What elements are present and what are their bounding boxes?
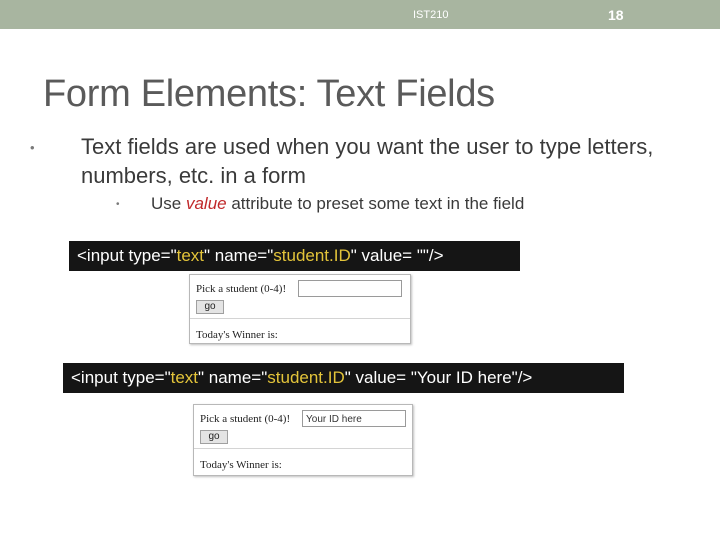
form-screenshot-preset: Pick a student (0-4)! Your ID here go To… <box>193 404 413 476</box>
form-divider <box>190 318 410 319</box>
student-id-input[interactable]: Your ID here <box>302 410 406 427</box>
slide-title: Form Elements: Text Fields <box>43 73 495 115</box>
go-button[interactable]: go <box>200 430 228 444</box>
student-id-input[interactable] <box>298 280 402 297</box>
code-part: " name=" <box>204 246 274 265</box>
sub-bullet-text: Use value attribute to preset some text … <box>151 194 524 214</box>
code-part: " value= "Your ID here"/> <box>344 368 533 387</box>
code-example-empty: <input type="text" name="student.ID" val… <box>69 241 520 271</box>
form-divider <box>194 448 412 449</box>
bullet-text: Text fields are used when you want the u… <box>81 134 654 188</box>
go-button[interactable]: go <box>196 300 224 314</box>
code-highlight: text <box>170 368 199 387</box>
code-highlight: student.ID <box>267 368 345 387</box>
slide-number: 18 <box>608 7 624 23</box>
code-highlight: student.ID <box>273 246 351 265</box>
winner-label: Today's Winner is: <box>200 459 282 471</box>
bullet-dot: • <box>30 140 35 155</box>
code-part: <input type=" <box>71 368 171 387</box>
code-highlight: text <box>176 246 205 265</box>
student-pick-label: Pick a student (0-4)! <box>196 283 287 295</box>
code-part: " value= ""/> <box>350 246 444 265</box>
sub-bullet-suffix: attribute to preset some text in the fie… <box>226 194 525 213</box>
course-code: IST210 <box>413 9 449 21</box>
student-pick-label: Pick a student (0-4)! <box>200 413 291 425</box>
sub-bullet-keyword: value <box>185 194 227 213</box>
sub-bullet-dot: • <box>116 199 120 210</box>
code-part: " name=" <box>198 368 268 387</box>
winner-label: Today's Winner is: <box>196 329 278 341</box>
header-bar: IST210 18 <box>0 0 720 29</box>
form-screenshot-empty: Pick a student (0-4)! go Today's Winner … <box>189 274 411 344</box>
code-example-preset: <input type="text" name="student.ID" val… <box>63 363 624 393</box>
sub-bullet-prefix: Use <box>151 194 186 213</box>
code-part: <input type=" <box>77 246 177 265</box>
